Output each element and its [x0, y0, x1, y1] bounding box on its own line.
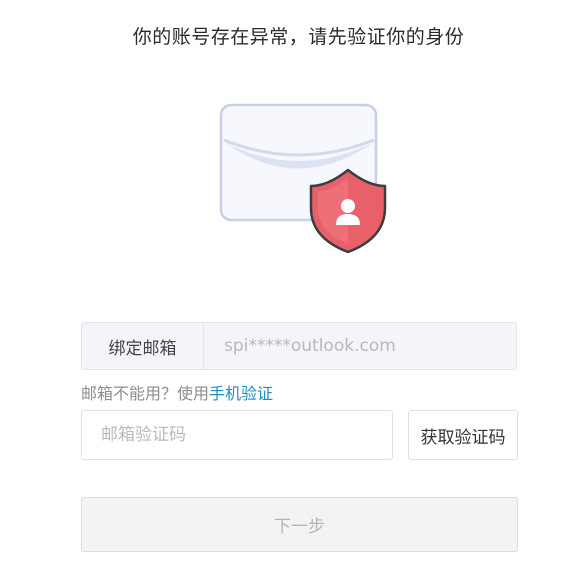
- next-button[interactable]: 下一步: [81, 497, 518, 552]
- verification-illustration: [218, 100, 390, 256]
- phone-verify-link[interactable]: 手机验证: [209, 384, 273, 403]
- envelope-icon: [219, 103, 387, 254]
- verification-page: 你的账号存在异常，请先验证你的身份 绑定邮箱 spi*****outlook.c…: [0, 0, 577, 580]
- page-title: 你的账号存在异常，请先验证你的身份: [132, 26, 465, 48]
- bound-email-value: spi*****outlook.com: [224, 336, 396, 356]
- alternate-prefix: 邮箱不能用？使用: [81, 384, 210, 403]
- alternate-verify-row: 邮箱不能用？使用手机验证: [81, 380, 273, 404]
- get-code-button[interactable]: 获取验证码: [408, 410, 518, 460]
- email-code-input[interactable]: [81, 410, 393, 460]
- bound-email-row: 绑定邮箱 spi*****outlook.com: [81, 322, 517, 370]
- bound-email-label: 绑定邮箱: [82, 323, 204, 369]
